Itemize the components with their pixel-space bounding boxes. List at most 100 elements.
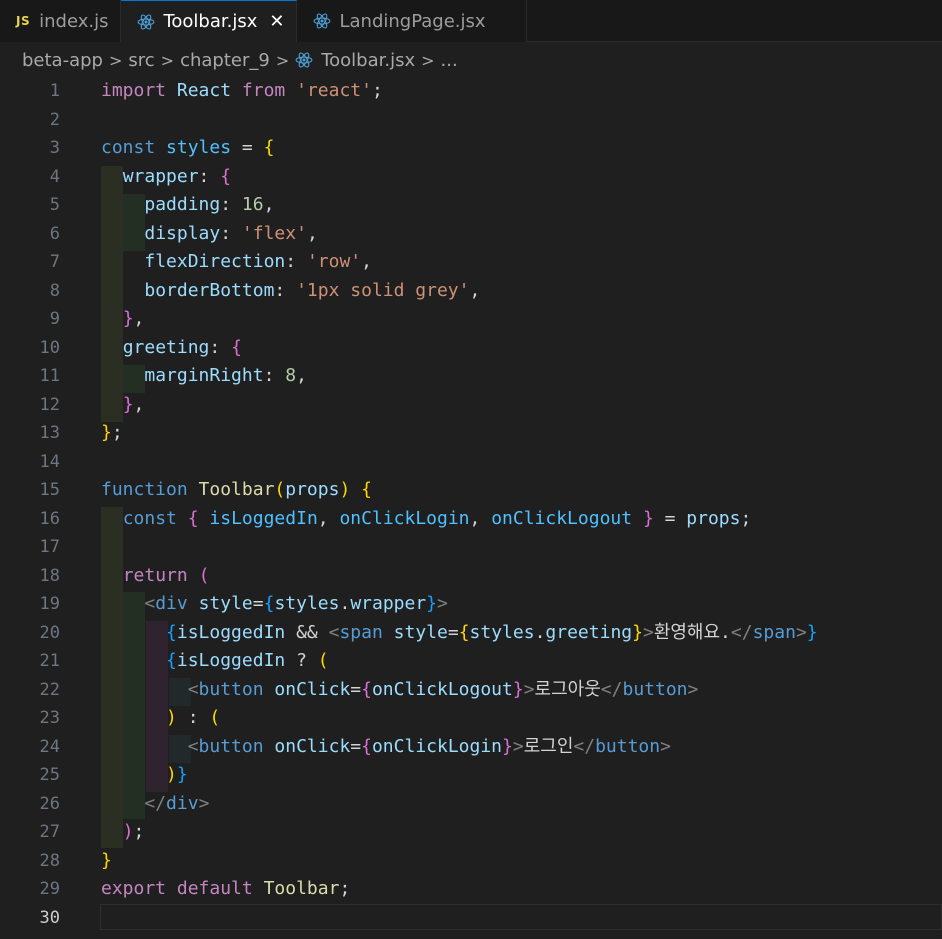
code-line[interactable]: 29 export default Toolbar; [0, 875, 942, 904]
code-token: } [632, 621, 643, 643]
breadcrumb-item-symbols[interactable]: ... [441, 50, 458, 71]
code-line[interactable]: 13}; [0, 419, 942, 448]
code-token: } [426, 593, 438, 614]
line-number: 9 [49, 309, 60, 329]
breadcrumb-item-src[interactable]: src [128, 50, 154, 71]
code-line[interactable]: 19 <div style={styles.wrapper}> [0, 590, 942, 619]
code-token: { [166, 621, 177, 643]
code-line[interactable]: 3 const styles = { [0, 134, 942, 163]
code-token: onClickLogout [491, 507, 633, 529]
close-icon[interactable]: ✕ [269, 11, 284, 32]
code-line[interactable]: 25 )} [0, 761, 942, 790]
breadcrumb-item-beta-app[interactable]: beta-app [22, 50, 103, 71]
code-token: < [144, 593, 156, 614]
code-line[interactable]: 14 [0, 448, 942, 477]
code-text: </div> [101, 790, 209, 819]
code-line[interactable]: 24 <button onClick={onClickLogin}>로그인</b… [0, 733, 942, 762]
code-line[interactable]: 21 {isLoggedIn ? ( [0, 647, 942, 676]
code-token: onClickLogin [339, 507, 470, 529]
code-line[interactable]: 22 <button onClick={onClickLogout}>로그아웃<… [0, 676, 942, 705]
code-line[interactable]: 9 }, [0, 305, 942, 334]
code-editor[interactable]: 1 import React from 'react'; 2 3 const style… [0, 76, 942, 939]
line-number: 16 [39, 508, 60, 529]
line-number: 19 [39, 594, 60, 614]
code-line[interactable]: 16 const { isLoggedIn, onClickLogin, onC… [0, 505, 942, 534]
code-token: React [176, 80, 232, 101]
code-line[interactable]: 20 {isLoggedIn && <span style={styles.gr… [0, 619, 942, 648]
code-token: isLoggedIn [176, 621, 286, 643]
code-token: wrapper [122, 165, 199, 187]
code-line[interactable]: 10 greeting: { [0, 334, 942, 363]
breadcrumb: beta-app > src > chapter_9 > Toolbar.jsx… [0, 42, 942, 78]
tab-index-js[interactable]: JS index.js [0, 0, 122, 42]
code-token: { [263, 137, 275, 158]
code-line[interactable]: 23 ) : ( [0, 704, 942, 733]
code-text: }, [101, 391, 145, 420]
code-line[interactable]: 7 flexDirection: 'row', [0, 248, 942, 277]
code-text: return ( [101, 562, 210, 591]
js-file-icon: JS [16, 14, 31, 28]
breadcrumb-item-chapter-9[interactable]: chapter_9 [180, 50, 270, 71]
code-line[interactable]: 1 import React from 'react'; [0, 77, 942, 106]
code-token: styles [166, 137, 232, 158]
code-line[interactable]: 4 wrapper: { [0, 163, 942, 192]
code-token: ; [133, 821, 145, 842]
code-line[interactable]: 6 display: 'flex', [0, 220, 942, 249]
code-line[interactable]: 30 [0, 904, 942, 933]
code-token: } [101, 849, 112, 871]
line-number: 4 [49, 166, 60, 187]
code-text: export default Toolbar; [101, 875, 350, 904]
code-token: ; [371, 80, 383, 101]
code-line[interactable]: 8 borderBottom: '1px solid grey', [0, 277, 942, 306]
code-line[interactable]: 18 return ( [0, 562, 942, 591]
code-token: return [122, 564, 188, 586]
tab-landingpage-jsx[interactable]: LandingPage.jsx [297, 0, 527, 42]
code-text: function Toolbar(props) { [101, 476, 372, 505]
code-token: ) [166, 764, 177, 785]
code-line[interactable]: 17 [0, 533, 942, 562]
code-token: Toolbar [198, 479, 275, 500]
code-line[interactable]: 28} [0, 847, 942, 876]
line-number: 24 [39, 736, 60, 757]
line-number: 20 [39, 622, 60, 643]
code-token: span [752, 621, 796, 643]
code-token: , [133, 308, 145, 329]
line-number: 22 [39, 679, 60, 700]
code-line[interactable]: 15 function Toolbar(props) { [0, 476, 942, 505]
line-number: 18 [39, 565, 60, 586]
line-number: 27 [39, 822, 60, 842]
code-line[interactable]: 5 padding: 16, [0, 191, 942, 220]
editor-tab-bar: JS index.js Toolbar.jsx ✕ LandingPage.js… [0, 0, 942, 42]
code-line[interactable]: 11 marginRight: 8, [0, 362, 942, 391]
code-token: } [806, 621, 818, 643]
tab-label: index.js [39, 10, 109, 32]
code-token: span [339, 621, 383, 643]
code-token: , [263, 194, 275, 215]
code-text: wrapper: { [101, 163, 231, 192]
code-line[interactable]: 26 </div> [0, 790, 942, 819]
code-line[interactable]: 12 }, [0, 391, 942, 420]
code-token: : [198, 165, 221, 187]
code-text: import React from 'react'; [101, 77, 383, 106]
code-line[interactable]: 27 ); [0, 818, 942, 847]
code-token: 'row' [306, 251, 362, 272]
code-token: : [187, 707, 199, 728]
code-token: && [296, 621, 318, 643]
breadcrumb-item-toolbar-jsx[interactable]: Toolbar.jsx [321, 50, 415, 71]
code-line[interactable]: 2 [0, 106, 942, 135]
tab-toolbar-jsx[interactable]: Toolbar.jsx ✕ [121, 0, 298, 42]
code-text: borderBottom: '1px solid grey', [101, 277, 480, 306]
